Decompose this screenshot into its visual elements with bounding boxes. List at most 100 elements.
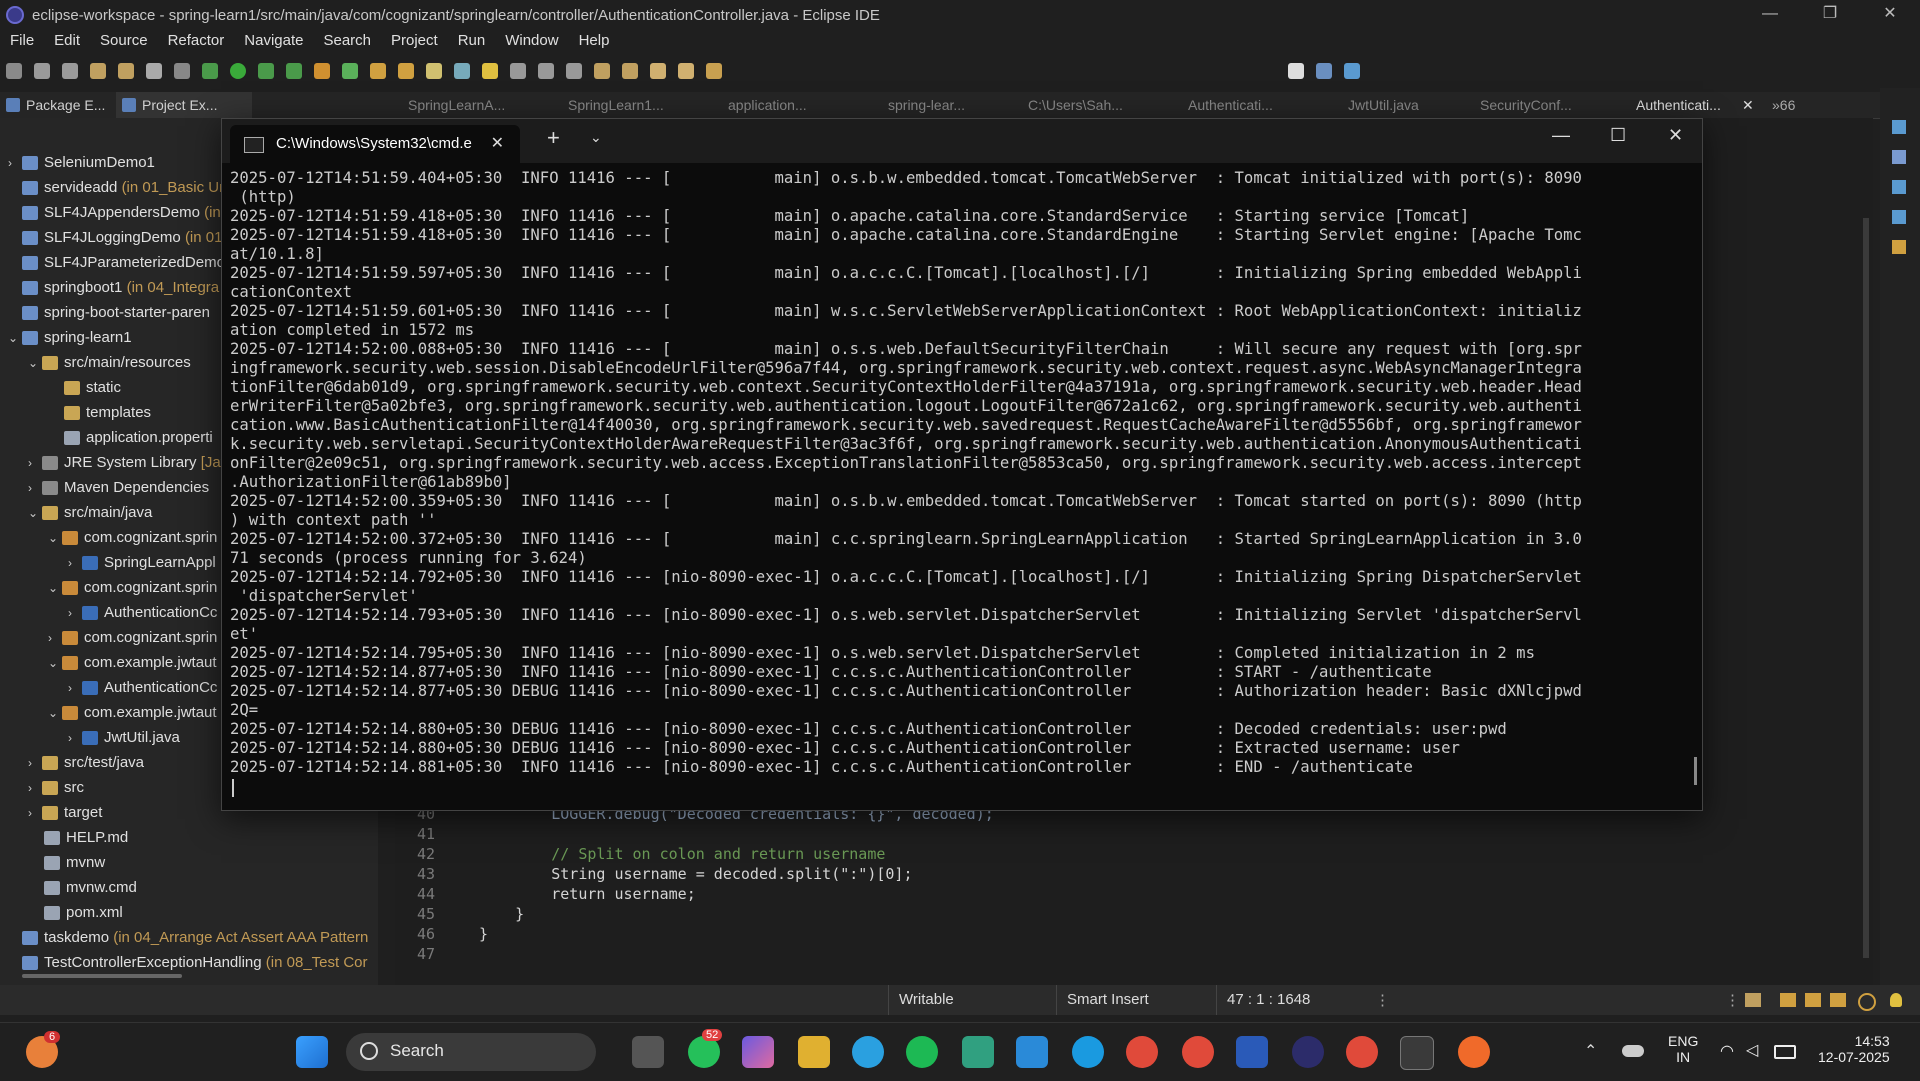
tree-item[interactable]: HELP.md [44,825,128,850]
file-explorer-icon[interactable] [798,1036,830,1068]
skip-breakpoints-icon[interactable] [174,63,190,79]
maximize-button[interactable]: ❐ [1800,0,1860,30]
search-icon[interactable] [1288,63,1304,79]
learn-icon[interactable] [1805,993,1821,1007]
minimize-button[interactable]: — [1740,0,1800,30]
tree-item[interactable]: › AuthenticationCc [68,600,217,625]
new-java-project-icon[interactable] [314,63,330,79]
taskbar-search[interactable]: Search [346,1033,596,1071]
tree-item[interactable]: SLF4JParameterizedDemo [22,250,225,275]
word-icon[interactable] [1236,1036,1268,1068]
next-annotation-icon[interactable] [594,63,610,79]
tree-item[interactable]: ⌄ src/main/java [28,500,152,525]
tree-item[interactable]: › com.cognizant.sprin [48,625,217,650]
chrome-profile-icon[interactable] [1182,1036,1214,1068]
battery-icon[interactable] [1774,1045,1796,1059]
tree-item[interactable]: ⌄ com.cognizant.sprin [48,575,217,600]
new-package-icon[interactable] [342,63,358,79]
tree-item[interactable]: › SeleniumDemo1 [8,150,155,175]
tree-item[interactable]: ⌄ spring-learn1 [8,325,132,350]
onedrive-icon[interactable] [1622,1045,1644,1057]
chrome-icon-2[interactable] [1346,1036,1378,1068]
run-icon[interactable] [230,63,246,79]
app-icon[interactable] [962,1036,994,1068]
start-button[interactable] [296,1036,328,1068]
volume-icon[interactable]: ◁ [1746,1040,1758,1060]
cmd-tab[interactable]: C:\Windows\System32\cmd.e ✕ [230,125,520,163]
lightbulb-icon[interactable] [1890,993,1902,1007]
search-tool-icon[interactable] [426,63,442,79]
task-list-icon[interactable] [1892,150,1906,164]
tree-item[interactable]: static [64,375,121,400]
terminal-icon[interactable] [146,63,162,79]
more-icon[interactable]: ⋮ [1375,991,1390,1009]
update-icon[interactable] [1858,993,1876,1011]
editor-tab-1[interactable]: SpringLearnA... [408,92,505,118]
perspective-icon[interactable] [1316,63,1332,79]
tray-chevron-icon[interactable]: ⌃ [1584,1041,1597,1061]
menu-refactor[interactable]: Refactor [158,30,235,52]
debug-icon[interactable] [202,63,218,79]
editor-tab-2[interactable]: SpringLearn1... [568,92,664,118]
vertical-scrollbar[interactable] [1863,218,1869,958]
editor-tab-active[interactable]: Authenticati... [1636,92,1721,118]
menu-navigate[interactable]: Navigate [234,30,313,52]
copilot-icon[interactable] [742,1036,774,1068]
forward-icon[interactable] [678,63,694,79]
tree-item[interactable]: pom.xml [44,900,123,925]
cmd-minimize-button[interactable]: — [1552,125,1570,146]
show-whitespace-icon[interactable] [538,63,554,79]
task-view-icon[interactable] [632,1036,664,1068]
cmd-output[interactable]: 2025-07-12T14:51:59.404+05:30 INFO 11416… [230,169,1680,777]
back-icon[interactable] [650,63,666,79]
menu-search[interactable]: Search [313,30,381,52]
postman-icon[interactable] [1458,1036,1490,1068]
paragraph-icon[interactable] [566,63,582,79]
tree-item[interactable]: › src [28,775,84,800]
external-tools-icon[interactable] [286,63,302,79]
tree-item[interactable]: › SpringLearnAppl [68,550,216,575]
redo-icon[interactable] [118,63,134,79]
tree-item[interactable]: templates [64,400,151,425]
spotify-icon[interactable] [906,1036,938,1068]
vscode-icon[interactable] [1016,1036,1048,1068]
close-tab-icon[interactable]: ✕ [1742,92,1754,118]
java-perspective-icon[interactable] [1344,63,1360,79]
tree-item[interactable]: SLF4JLoggingDemo (in 01 [22,225,222,250]
menu-source[interactable]: Source [90,30,158,52]
pen-icon[interactable] [1892,240,1906,254]
console-icon[interactable] [1892,180,1906,194]
close-button[interactable]: ✕ [1860,0,1920,30]
block-select-icon[interactable] [510,63,526,79]
open-folder-icon[interactable] [398,63,414,79]
pencil-icon[interactable] [1830,993,1846,1007]
more-icon-2[interactable]: ⋮ [1725,991,1740,1009]
eclipse-icon[interactable] [1292,1036,1324,1068]
book-icon[interactable] [1780,993,1796,1007]
horizontal-scrollbar[interactable] [22,974,182,978]
menu-run[interactable]: Run [448,30,496,52]
tab-overflow[interactable]: »66 [1772,92,1795,118]
editor-tab-4[interactable]: spring-lear... [888,92,965,118]
menu-project[interactable]: Project [381,30,448,52]
tree-item[interactable]: ⌄ com.example.jwtaut [48,650,217,675]
menu-help[interactable]: Help [569,30,620,52]
menu-file[interactable]: File [0,30,44,52]
save-all-icon[interactable] [62,63,78,79]
tree-item[interactable]: › target [28,800,102,825]
tree-item[interactable]: TestControllerExceptionHandling (in 08_T… [22,950,368,975]
editor-tab-5[interactable]: C:\Users\Sah... [1028,92,1123,118]
tree-item[interactable]: › AuthenticationCc [68,675,217,700]
save-icon[interactable] [34,63,50,79]
menu-window[interactable]: Window [495,30,568,52]
cmd-maximize-button[interactable]: ☐ [1610,125,1626,146]
tree-item[interactable]: servideadd (in 01_Basic Ur [22,175,224,200]
editor-tab-8[interactable]: SecurityConf... [1480,92,1572,118]
help-icon[interactable] [852,1036,884,1068]
tab-dropdown-icon[interactable]: ⌄ [590,129,602,146]
tree-item[interactable]: ⌄ src/main/resources [28,350,191,375]
tree-item[interactable]: SLF4JAppendersDemo (in [22,200,221,225]
wifi-icon[interactable]: ◠ [1720,1041,1734,1061]
chrome-icon[interactable] [1126,1036,1158,1068]
pin-editor-icon[interactable] [706,63,722,79]
